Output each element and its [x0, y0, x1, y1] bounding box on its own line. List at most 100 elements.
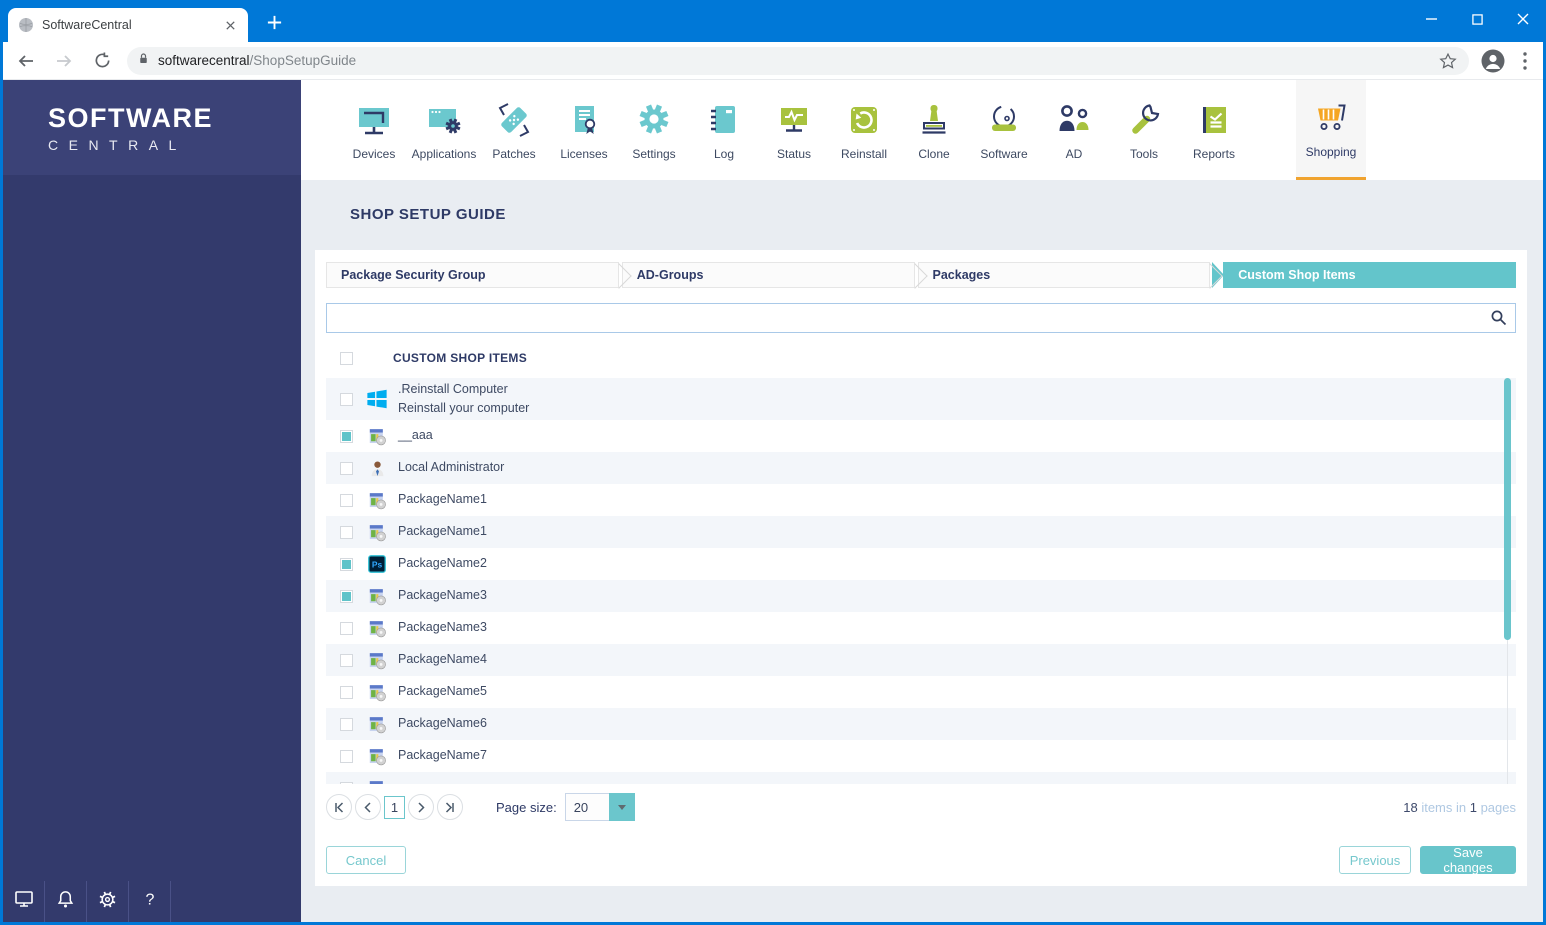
nav-item-status[interactable]: Status — [759, 80, 829, 180]
wizard-step-label: Packages — [932, 268, 991, 282]
table-row[interactable]: PackageName3 — [326, 612, 1516, 644]
row-checkbox[interactable] — [340, 653, 353, 667]
row-checkbox[interactable] — [340, 493, 353, 507]
nav-item-ad[interactable]: AD — [1039, 80, 1109, 180]
item-name: PackageName5 — [398, 684, 487, 699]
table-row[interactable]: PackageName6 — [326, 708, 1516, 740]
first-page-button[interactable] — [326, 794, 352, 820]
nav-item-clone[interactable]: Clone — [899, 80, 969, 180]
save-changes-button[interactable]: Save changes — [1420, 845, 1516, 875]
app-logo[interactable]: SOFTWARE CENTRAL — [3, 80, 301, 175]
nav-item-reports[interactable]: Reports — [1179, 80, 1249, 180]
logo-text-software: SOFTWARE — [48, 102, 213, 133]
current-page-button[interactable]: 1 — [384, 795, 405, 819]
row-checkbox[interactable] — [340, 749, 353, 763]
package-icon — [365, 487, 389, 513]
address-bar[interactable]: softwarecentral/ShopSetupGuide — [127, 46, 1469, 75]
settings-icon — [634, 100, 674, 140]
scrollbar-thumb[interactable] — [1504, 378, 1511, 640]
table-header-label: CUSTOM SHOP ITEMS — [393, 351, 528, 365]
browser-tab[interactable]: SoftwareCentral — [8, 8, 248, 42]
row-checkbox[interactable] — [340, 685, 353, 699]
table-row[interactable]: PackageName5 — [326, 676, 1516, 708]
browser-titlebar: SoftwareCentral — [0, 0, 1546, 42]
row-checkbox[interactable] — [340, 461, 353, 475]
nav-item-shopping[interactable]: Shopping — [1296, 80, 1366, 180]
table-row[interactable]: PackageName4 — [326, 644, 1516, 676]
previous-button[interactable]: Previous — [1339, 846, 1411, 874]
nav-item-reinstall[interactable]: Reinstall — [829, 80, 899, 180]
profile-avatar[interactable] — [1481, 49, 1505, 73]
nav-item-software[interactable]: Software — [969, 80, 1039, 180]
close-button[interactable] — [1500, 0, 1546, 42]
sidebar-footer: ? — [3, 881, 301, 922]
nav-item-label: Shopping — [1305, 145, 1357, 159]
last-page-button[interactable] — [437, 794, 463, 820]
item-name: .Reinstall Computer — [398, 381, 508, 396]
search-input[interactable] — [327, 304, 1515, 332]
table-row[interactable]: PackageName7 — [326, 740, 1516, 772]
table-row[interactable] — [326, 772, 1516, 784]
nav-item-applications[interactable]: Applications — [409, 80, 479, 180]
forward-button[interactable] — [49, 46, 79, 76]
back-button[interactable] — [11, 46, 41, 76]
row-text: PackageName6 — [398, 714, 487, 733]
nav-item-tools[interactable]: Tools — [1109, 80, 1179, 180]
wizard-step-package-security-group[interactable]: Package Security Group — [326, 262, 619, 288]
minimize-button[interactable] — [1408, 0, 1454, 42]
wizard-step-packages[interactable]: Packages — [917, 262, 1211, 288]
table-row[interactable]: PackageName1 — [326, 516, 1516, 548]
nav-item-log[interactable]: Log — [689, 80, 759, 180]
sidebar-footer-help-button[interactable]: ? — [129, 881, 171, 922]
sidebar-footer-bell-button[interactable] — [45, 881, 87, 922]
row-checkbox[interactable] — [340, 525, 353, 539]
status-icon — [774, 100, 814, 140]
items-count: 18 — [1403, 799, 1418, 815]
prev-page-button[interactable] — [355, 794, 381, 820]
page-size-dropdown-icon[interactable] — [608, 793, 635, 821]
row-checkbox[interactable] — [340, 589, 353, 603]
new-tab-button[interactable] — [262, 13, 286, 37]
pagination-bar: 1 Page size: 20 18 items in 1 pages — [326, 792, 1516, 822]
item-name: PackageName3 — [398, 620, 487, 635]
table-row[interactable]: PackageName1 — [326, 484, 1516, 516]
cancel-button[interactable]: Cancel — [326, 846, 406, 874]
page-title: SHOP SETUP GUIDE — [350, 206, 506, 223]
nav-item-licenses[interactable]: Licenses — [549, 80, 619, 180]
browser-menu-icon[interactable] — [1515, 49, 1535, 73]
search-icon[interactable] — [1490, 309, 1507, 326]
sidebar-footer-monitor-button[interactable] — [3, 881, 45, 922]
row-checkbox[interactable] — [340, 717, 353, 731]
row-checkbox[interactable] — [340, 621, 353, 635]
item-name: PackageName1 — [398, 492, 487, 507]
row-checkbox[interactable] — [340, 557, 353, 571]
wizard-step-ad-groups[interactable]: AD-Groups — [621, 262, 915, 288]
app-frame: SOFTWARE CENTRAL ? Devices Applications Pa… — [3, 80, 1543, 922]
reload-button[interactable] — [87, 46, 117, 76]
nav-item-patches[interactable]: Patches — [479, 80, 549, 180]
sidebar-footer-gear-button[interactable] — [87, 881, 129, 922]
table-row[interactable]: __aaa — [326, 420, 1516, 452]
table-row[interactable]: .Reinstall Computer Reinstall your comput… — [326, 378, 1516, 420]
nav-item-devices[interactable]: Devices — [339, 80, 409, 180]
package-icon — [365, 679, 389, 705]
item-name: PackageName3 — [398, 588, 487, 603]
nav-item-settings[interactable]: Settings — [619, 80, 689, 180]
row-checkbox[interactable] — [340, 781, 353, 784]
top-navigation: Devices Applications Patches Licenses Settin… — [301, 80, 1543, 180]
next-page-button[interactable] — [408, 794, 434, 820]
nav-item-label: Applications — [411, 146, 477, 161]
row-checkbox[interactable] — [340, 429, 353, 443]
select-all-checkbox[interactable] — [340, 351, 353, 365]
table-row[interactable]: Local Administrator — [326, 452, 1516, 484]
wizard-step-custom-shop-items[interactable]: Custom Shop Items — [1212, 262, 1516, 288]
windows-icon — [365, 386, 389, 412]
bookmark-star-icon[interactable] — [1437, 50, 1459, 72]
page-size-select[interactable]: 20 — [564, 793, 635, 821]
row-checkbox[interactable] — [340, 392, 353, 406]
browser-window: SoftwareCentral softwarecentral/ShopSetu… — [0, 0, 1546, 925]
table-row[interactable]: PackageName3 — [326, 580, 1516, 612]
table-row[interactable]: Ps PackageName2 — [326, 548, 1516, 580]
maximize-button[interactable] — [1454, 0, 1500, 42]
tab-close-icon[interactable] — [222, 17, 238, 33]
